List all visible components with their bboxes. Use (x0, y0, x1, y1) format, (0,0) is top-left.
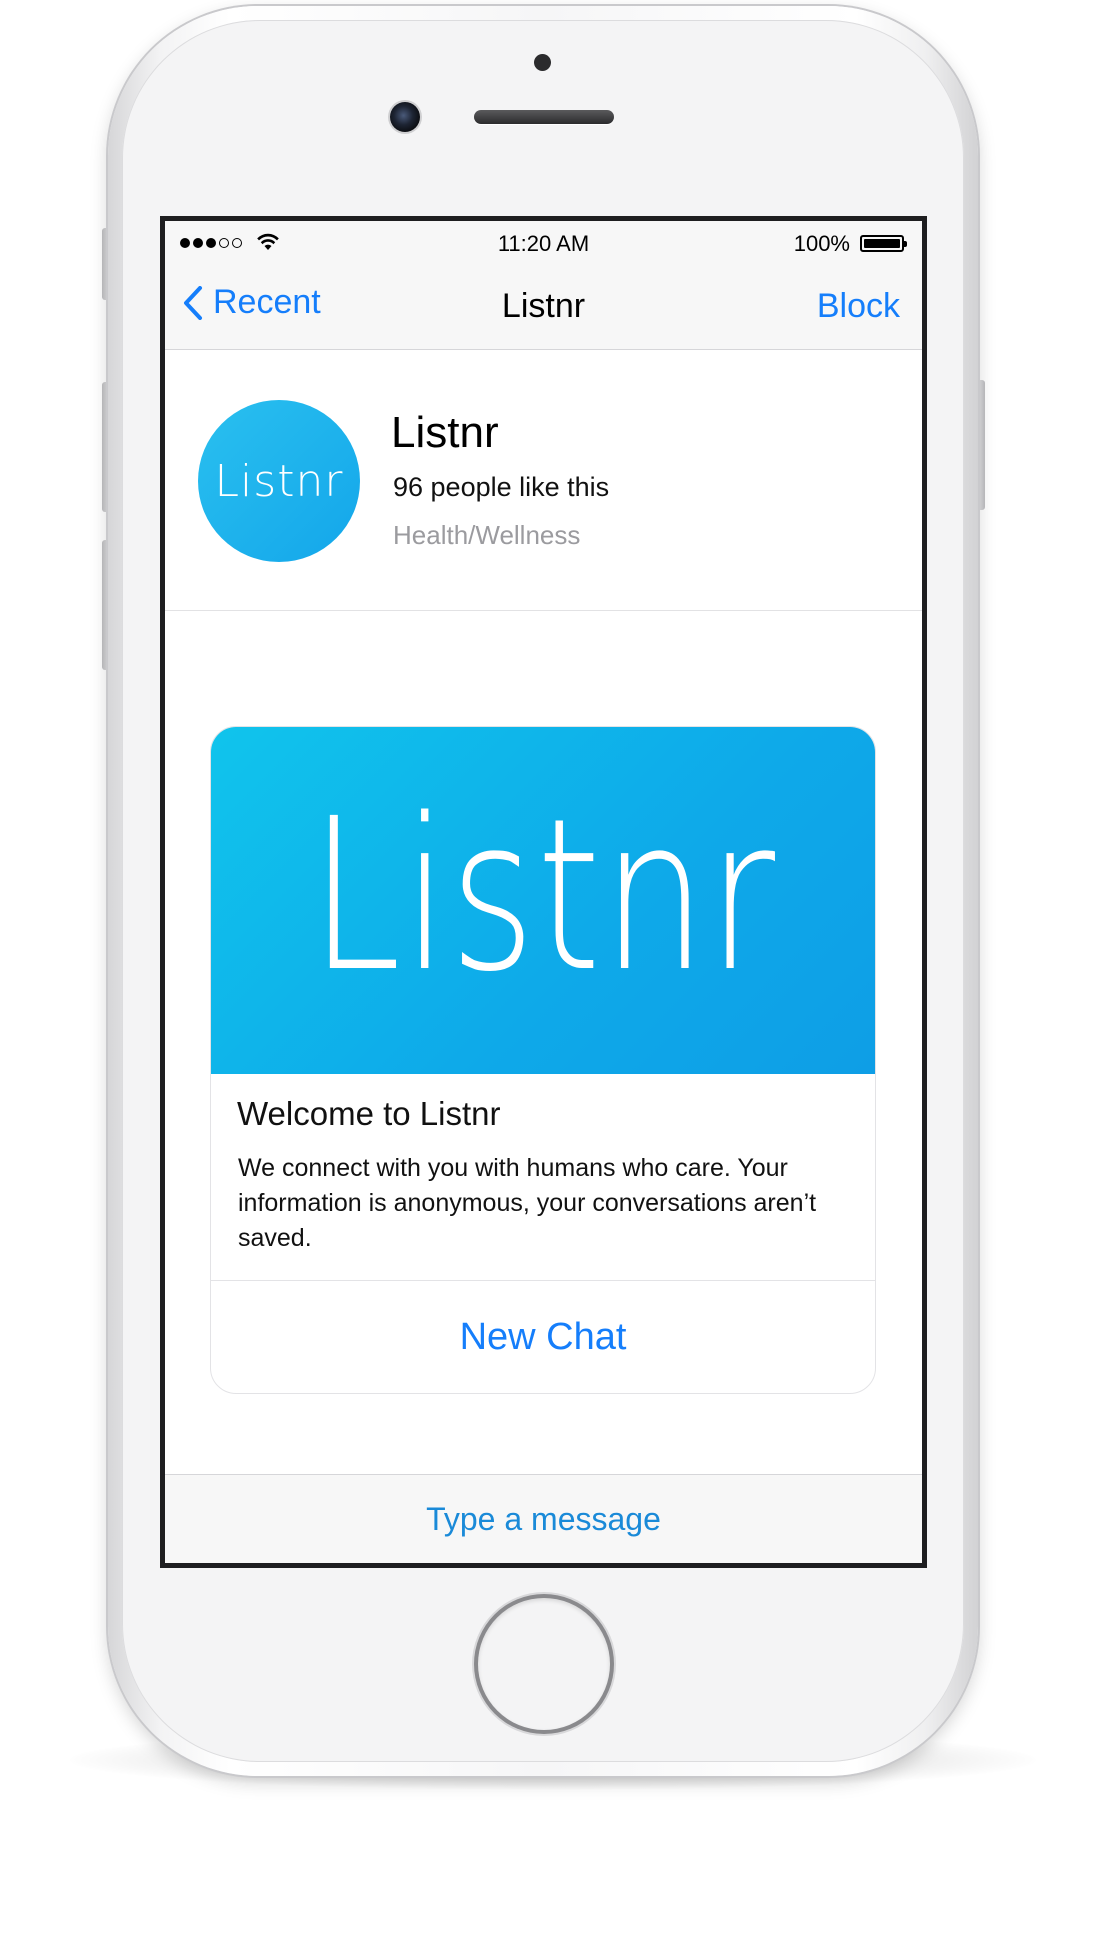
phone-screen: 11:20 AM 100% Recent Listnr Block Listnr… (160, 216, 927, 1568)
navigation-bar: Recent Listnr Block (165, 265, 922, 350)
status-bar: 11:20 AM 100% (165, 221, 922, 265)
card-body: We connect with you with humans who care… (238, 1154, 817, 1252)
card-hero-image: Listnr (211, 727, 875, 1074)
home-button[interactable] (478, 1598, 610, 1730)
power-button (978, 380, 985, 510)
card-hero-logo: Listnr (309, 772, 777, 1018)
profile-name[interactable]: Listnr (391, 408, 499, 458)
new-chat-button[interactable]: New Chat (211, 1281, 875, 1393)
battery-percentage: 100% (793, 231, 850, 256)
avatar[interactable]: Listnr (198, 400, 360, 562)
earpiece-speaker (474, 110, 614, 124)
battery-icon (860, 235, 907, 252)
block-button[interactable]: Block (817, 287, 900, 326)
message-input[interactable]: Type a message (165, 1474, 922, 1563)
front-camera (390, 102, 420, 132)
proximity-sensor (534, 54, 551, 71)
page-title: Listnr (501, 287, 586, 325)
profile-likes: 96 people like this (393, 472, 610, 502)
welcome-card: Listnr Welcome to Listnr We connect with… (210, 726, 876, 1394)
profile-category: Health/Wellness (393, 520, 581, 550)
avatar-logo-text: Listnr (214, 455, 344, 507)
card-title: Welcome to Listnr (237, 1095, 501, 1132)
page-profile-header: Listnr Listnr 96 people like this Health… (165, 350, 922, 611)
